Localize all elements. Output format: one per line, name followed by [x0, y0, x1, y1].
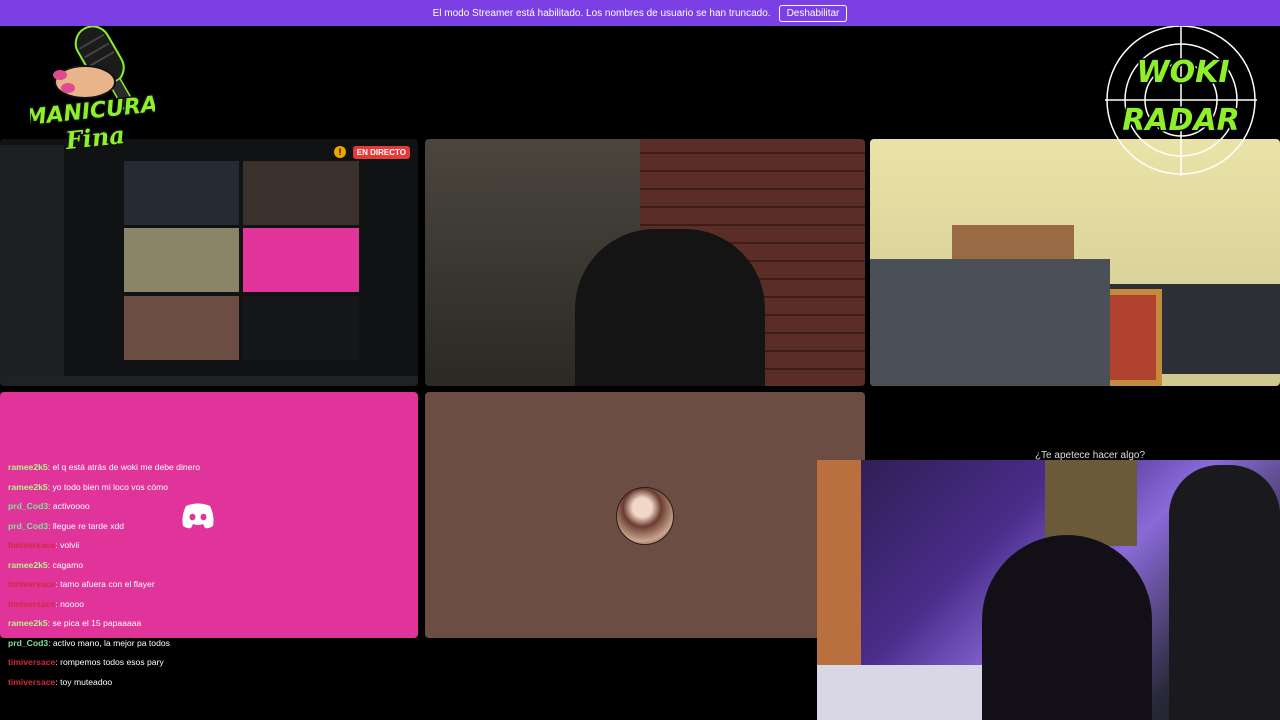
chat-text: llegue re tarde xdd [52, 520, 125, 531]
screen-share-grid-tile-3 [124, 228, 239, 292]
chat-username: ramee2k5 [8, 462, 48, 472]
chat-message: timiversace: rompemos todos esos pary [8, 657, 164, 667]
warning-icon: ! [334, 146, 346, 158]
chat-username: timiversace [8, 598, 56, 609]
chat-username: ramee2k5 [8, 481, 48, 492]
streamer-facecam [817, 460, 1280, 720]
chat-username: prd_Cod3 [8, 637, 49, 648]
chat-username: prd_Cod3 [8, 520, 49, 531]
chat-text: rompemos todos esos pary [60, 657, 164, 667]
chat-text: yo todo bien mi loco vos cómo [52, 481, 169, 492]
chat-message: ramee2k5: cagamo [8, 559, 84, 570]
crosshair-icon [1105, 24, 1257, 176]
streamer-mode-message: El modo Streamer está habilitado. Los no… [432, 7, 771, 19]
screen-share-grid-tile-6 [243, 296, 359, 360]
chat-username: timiversace [8, 657, 56, 667]
chat-text: noooo [60, 598, 84, 609]
chat-overlay: ramee2k5: el q está atrás de woki me deb… [8, 458, 528, 692]
chat-text: se pica el 15 papaaaaa [52, 618, 142, 628]
screen-share-grid-tile-2 [243, 161, 359, 225]
screen-share-grid-tile-5 [124, 296, 239, 360]
chat-message: prd_Cod3: activo mano, la mejor pa todos [8, 637, 170, 648]
facecam-poster [1045, 460, 1137, 546]
manicura-fina-logo: MANICURA Fina [30, 20, 155, 160]
camera-bedroom-bed [870, 259, 1110, 386]
camera-tile-dark-room[interactable] [425, 139, 865, 386]
camera-person-silhouette [575, 229, 765, 386]
chat-username: prd_Cod3 [8, 501, 49, 511]
facecam-second-person [1169, 465, 1280, 720]
woki-radar-logo: WOKI RADAR [1103, 22, 1259, 178]
chat-message: timiversace: tamo afuera con el flayer [8, 579, 155, 589]
screen-share-tile[interactable]: ! EN DIRECTO [0, 139, 418, 386]
screen-share-taskbar [0, 376, 418, 386]
chat-text: activo mano, la mejor pa todos [52, 637, 170, 648]
screen-share-sidebar [0, 145, 64, 381]
facecam-streamer [982, 535, 1152, 720]
chat-message: ramee2k5: yo todo bien mi loco vos cómo [8, 481, 169, 492]
chat-username: ramee2k5 [8, 559, 48, 570]
woki-wordmark: WOKI [1136, 55, 1229, 90]
chat-message: timiversace: noooo [8, 598, 84, 609]
manicura-fina-wordmark: MANICURA Fina [30, 91, 155, 157]
chat-text: cagamo [52, 559, 84, 570]
screen-share-grid-tile-4 [243, 228, 359, 292]
chat-text: tamo afuera con el flayer [60, 579, 155, 589]
avatar [616, 487, 674, 545]
streamer-mode-banner: El modo Streamer está habilitado. Los no… [0, 0, 1280, 26]
screen-share-grid-tile-1 [124, 161, 239, 225]
chat-text: activoooo [52, 501, 90, 511]
chat-message: prd_Cod3: llegue re tarde xdd [8, 520, 125, 531]
chat-message: prd_Cod3: activoooo [8, 501, 90, 511]
chat-text: volvii [60, 540, 80, 550]
live-badge: EN DIRECTO [352, 146, 410, 159]
chat-username: timiversace [8, 579, 56, 589]
chat-text: el q está atrás de woki me debe dinero [52, 462, 201, 472]
radar-wordmark: RADAR [1122, 103, 1240, 138]
chat-username: timiversace [8, 676, 56, 687]
svg-text:Fina: Fina [63, 120, 126, 155]
chat-message: ramee2k5: el q está atrás de woki me deb… [8, 462, 201, 472]
chat-username: ramee2k5 [8, 618, 48, 628]
chat-username: timiversace [8, 540, 56, 550]
chat-message: timiversace: volvii [8, 540, 80, 550]
chat-text: toy muteadoo [60, 676, 113, 687]
chat-message: ramee2k5: se pica el 15 papaaaaa [8, 618, 142, 628]
disable-streamer-mode-button[interactable]: Deshabilitar [778, 4, 848, 22]
chat-message: timiversace: toy muteadoo [8, 676, 113, 687]
